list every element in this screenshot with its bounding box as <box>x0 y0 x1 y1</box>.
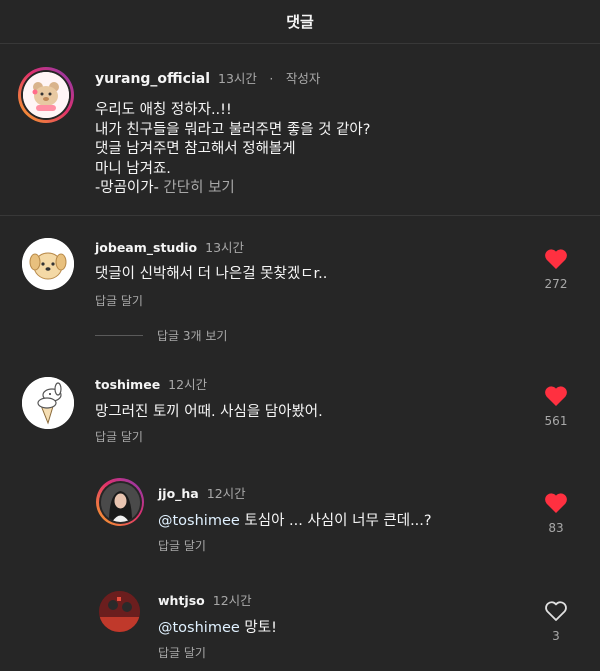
like-count: 3 <box>552 629 560 643</box>
author-tag: 작성자 <box>285 71 321 86</box>
caption-line: 댓글 남겨주면 참고해서 정해볼게 <box>95 141 296 157</box>
like-button[interactable]: 561 <box>541 385 571 428</box>
comment-user-line: whtjso 12시간 <box>158 590 252 609</box>
bear-avatar-icon <box>23 72 69 118</box>
comment-username[interactable]: jjo_ha <box>158 486 199 501</box>
view-replies-label: 답글 3개 보기 <box>157 329 228 343</box>
comment-user-line: jjo_ha 12시간 <box>158 483 246 502</box>
like-count: 272 <box>544 277 568 291</box>
heart-filled-icon <box>545 386 567 406</box>
comment-username[interactable]: toshimee <box>95 377 160 392</box>
reply-button[interactable]: 답글 달기 <box>95 428 143 445</box>
person-photo-icon <box>100 482 140 522</box>
avatar <box>23 72 69 118</box>
puppy-avatar-icon <box>22 238 74 290</box>
caption-line-last: -망곰이가- 간단히 보기 <box>95 179 370 199</box>
avatar[interactable] <box>99 591 140 632</box>
post-caption: yurang_official 13시간 · 작성자 우리도 애칭 정하자..!!… <box>0 44 600 216</box>
reply-button[interactable]: 답글 달기 <box>95 292 143 309</box>
reply-item: whtjso 12시간 @toshimee 망토! 답글 달기 3 <box>0 580 600 671</box>
page-title: 댓글 <box>286 13 314 31</box>
like-button[interactable]: 3 <box>541 600 571 643</box>
caption-separator: · <box>269 71 274 86</box>
comment-username[interactable]: whtjso <box>158 593 205 608</box>
comment-time: 12시간 <box>206 486 246 501</box>
comment-body: 토심아 ... 사심이 너무 큰데...? <box>239 513 432 529</box>
person-photo-icon <box>99 591 140 632</box>
divider-line <box>95 335 143 336</box>
heart-filled-icon <box>545 493 567 513</box>
caption-line: 마니 남겨죠. <box>95 160 171 177</box>
caption-time: 13시간 <box>218 71 257 86</box>
comment-user-line: jobeam_studio 13시간 <box>95 237 244 256</box>
reply-button[interactable]: 답글 달기 <box>158 644 206 661</box>
comment-text: 망그러진 토끼 어때. 사심을 담아봤어. <box>95 404 323 420</box>
mention-link[interactable]: @toshimee <box>158 513 240 529</box>
comment-username[interactable]: jobeam_studio <box>95 240 197 255</box>
reply-button[interactable]: 답글 달기 <box>158 537 206 554</box>
view-replies-button[interactable]: 답글 3개 보기 <box>95 327 227 344</box>
caption-avatar-ring[interactable] <box>18 67 74 123</box>
rabbit-avatar-icon <box>22 377 74 429</box>
avatar-ring[interactable] <box>96 478 144 526</box>
comment-user-line: toshimee 12시간 <box>95 374 207 393</box>
comment-time: 12시간 <box>168 377 208 392</box>
comment-text: 댓글이 신박해서 더 나은걸 못찾겠ㄷr.. <box>95 266 328 282</box>
collapse-link[interactable]: 간단히 보기 <box>159 180 234 196</box>
comment-body: 망토! <box>239 620 277 636</box>
caption-username[interactable]: yurang_official <box>95 71 210 87</box>
comment-item: jobeam_studio 13시간 댓글이 신박해서 더 나은걸 못찾겠ㄷr..… <box>0 216 600 326</box>
heart-filled-icon <box>545 249 567 269</box>
like-button[interactable]: 272 <box>541 248 571 291</box>
reply-item: jjo_ha 12시간 @toshimee 토심아 ... 사심이 너무 큰데..… <box>0 470 600 570</box>
comment-time: 12시간 <box>212 593 252 608</box>
like-count: 83 <box>548 521 564 535</box>
caption-user-line: yurang_official 13시간 · 작성자 <box>95 68 320 87</box>
comment-item: toshimee 12시간 망그러진 토끼 어때. 사심을 담아봤어. 답글 달기… <box>0 355 600 465</box>
comment-text: @toshimee 토심아 ... 사심이 너무 큰데...? <box>158 509 432 530</box>
caption-line: 내가 친구들을 뭐라고 불러주면 좋을 것 같아? <box>95 121 371 138</box>
like-count: 561 <box>544 414 568 428</box>
like-button[interactable]: 83 <box>541 492 571 535</box>
caption-line: -망곰이가- <box>95 180 159 196</box>
avatar[interactable] <box>22 238 74 290</box>
comment-text: @toshimee 망토! <box>158 616 277 637</box>
avatar[interactable] <box>22 377 74 429</box>
comments-header: 댓글 <box>0 0 600 44</box>
caption-text: 우리도 애칭 정하자..!! 내가 친구들을 뭐라고 불러주면 좋을 것 같아?… <box>95 101 370 199</box>
avatar <box>100 482 140 522</box>
mention-link[interactable]: @toshimee <box>158 620 240 636</box>
comment-time: 13시간 <box>205 240 245 255</box>
heart-outline-icon <box>545 601 567 621</box>
caption-line: 우리도 애칭 정하자..!! <box>95 102 232 118</box>
